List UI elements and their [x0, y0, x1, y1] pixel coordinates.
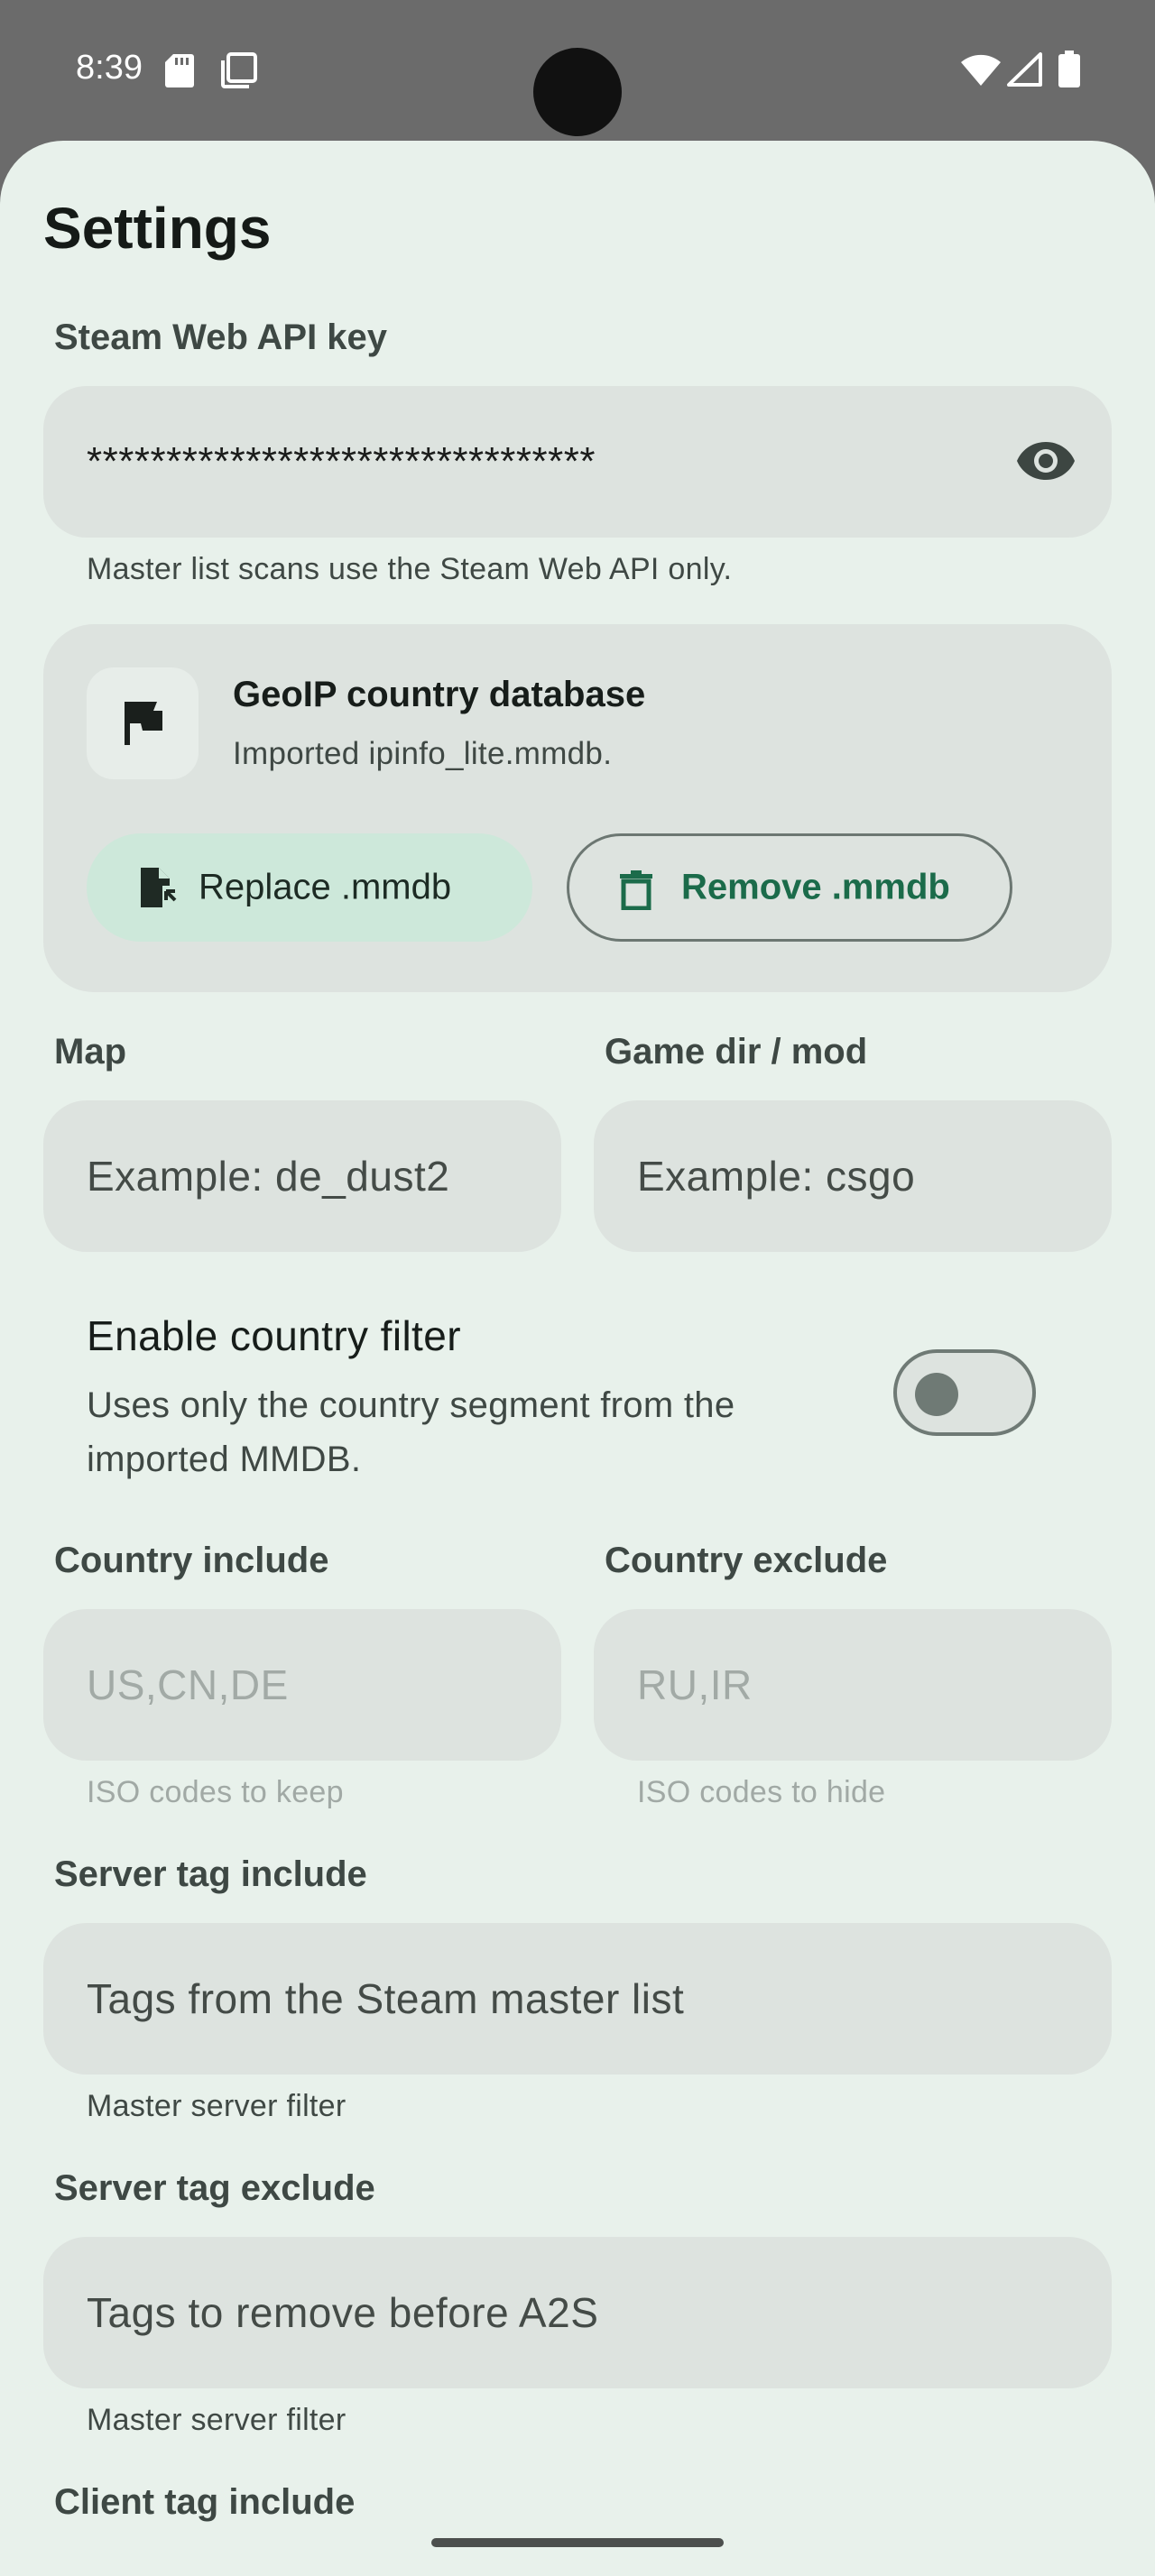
- country-include-input[interactable]: US,CN,DE: [43, 1609, 561, 1761]
- flag-icon: [125, 702, 162, 745]
- server-tag-include-helper: Master server filter: [87, 2089, 346, 2123]
- country-include-label: Country include: [54, 1541, 329, 1580]
- server-tag-exclude-placeholder: Tags to remove before A2S: [87, 2289, 599, 2336]
- api-key-label: Steam Web API key: [54, 317, 388, 357]
- country-filter-subtitle: Uses only the country segment from the i…: [87, 1385, 735, 1479]
- geoip-card: GeoIP country database Imported ipinfo_l…: [43, 624, 1112, 992]
- country-include-helper: ISO codes to keep: [87, 1775, 344, 1809]
- remove-mmdb-button[interactable]: Remove .mmdb: [567, 833, 1012, 942]
- geoip-subtitle: Imported ipinfo_lite.mmdb.: [233, 736, 613, 771]
- switch-knob: [915, 1373, 958, 1416]
- remove-mmdb-label: Remove .mmdb: [681, 867, 950, 907]
- sd-card-icon: [165, 54, 194, 87]
- country-filter-switch[interactable]: [893, 1349, 1036, 1436]
- front-camera: [533, 48, 622, 136]
- country-exclude-helper: ISO codes to hide: [637, 1775, 886, 1809]
- geoip-title: GeoIP country database: [233, 675, 646, 714]
- server-tag-include-input[interactable]: Tags from the Steam master list: [43, 1923, 1112, 2075]
- file-replace-icon: [141, 868, 177, 907]
- map-placeholder: Example: de_dust2: [87, 1153, 450, 1200]
- screens-icon: [221, 52, 257, 88]
- geoip-icon-container: [87, 667, 199, 779]
- server-tag-include-label: Server tag include: [54, 1854, 367, 1894]
- client-tag-include-label: Client tag include: [54, 2482, 356, 2522]
- api-key-field[interactable]: ********************************: [43, 386, 1112, 538]
- country-include-placeholder: US,CN,DE: [87, 1661, 289, 1708]
- server-tag-exclude-label: Server tag exclude: [54, 2168, 375, 2208]
- country-filter-title: Enable country filter: [87, 1312, 461, 1359]
- page-title: Settings: [43, 196, 272, 261]
- home-indicator[interactable]: [431, 2538, 724, 2547]
- status-bar: 8:39: [0, 0, 1155, 144]
- battery-icon: [1058, 51, 1080, 87]
- wifi-icon: [961, 54, 1001, 86]
- status-time: 8:39: [76, 49, 143, 87]
- signal-icon: [1007, 52, 1042, 87]
- server-tag-include-placeholder: Tags from the Steam master list: [87, 1975, 685, 2022]
- map-label: Map: [54, 1032, 126, 1072]
- eye-icon[interactable]: [1016, 440, 1076, 482]
- settings-sheet: Settings Steam Web API key *************…: [0, 141, 1155, 2576]
- server-tag-exclude-helper: Master server filter: [87, 2403, 346, 2437]
- game-dir-label: Game dir / mod: [605, 1032, 868, 1072]
- country-exclude-placeholder: RU,IR: [637, 1661, 753, 1708]
- replace-mmdb-button[interactable]: Replace .mmdb: [87, 833, 532, 942]
- server-tag-exclude-input[interactable]: Tags to remove before A2S: [43, 2237, 1112, 2388]
- trash-icon: [620, 870, 652, 910]
- country-exclude-label: Country exclude: [605, 1541, 888, 1580]
- game-dir-input[interactable]: Example: csgo: [594, 1100, 1112, 1252]
- api-key-helper: Master list scans use the Steam Web API …: [87, 552, 733, 586]
- country-exclude-input[interactable]: RU,IR: [594, 1609, 1112, 1761]
- map-input[interactable]: Example: de_dust2: [43, 1100, 561, 1252]
- game-dir-placeholder: Example: csgo: [637, 1153, 916, 1200]
- api-key-value: ********************************: [87, 439, 596, 483]
- replace-mmdb-label: Replace .mmdb: [199, 867, 452, 907]
